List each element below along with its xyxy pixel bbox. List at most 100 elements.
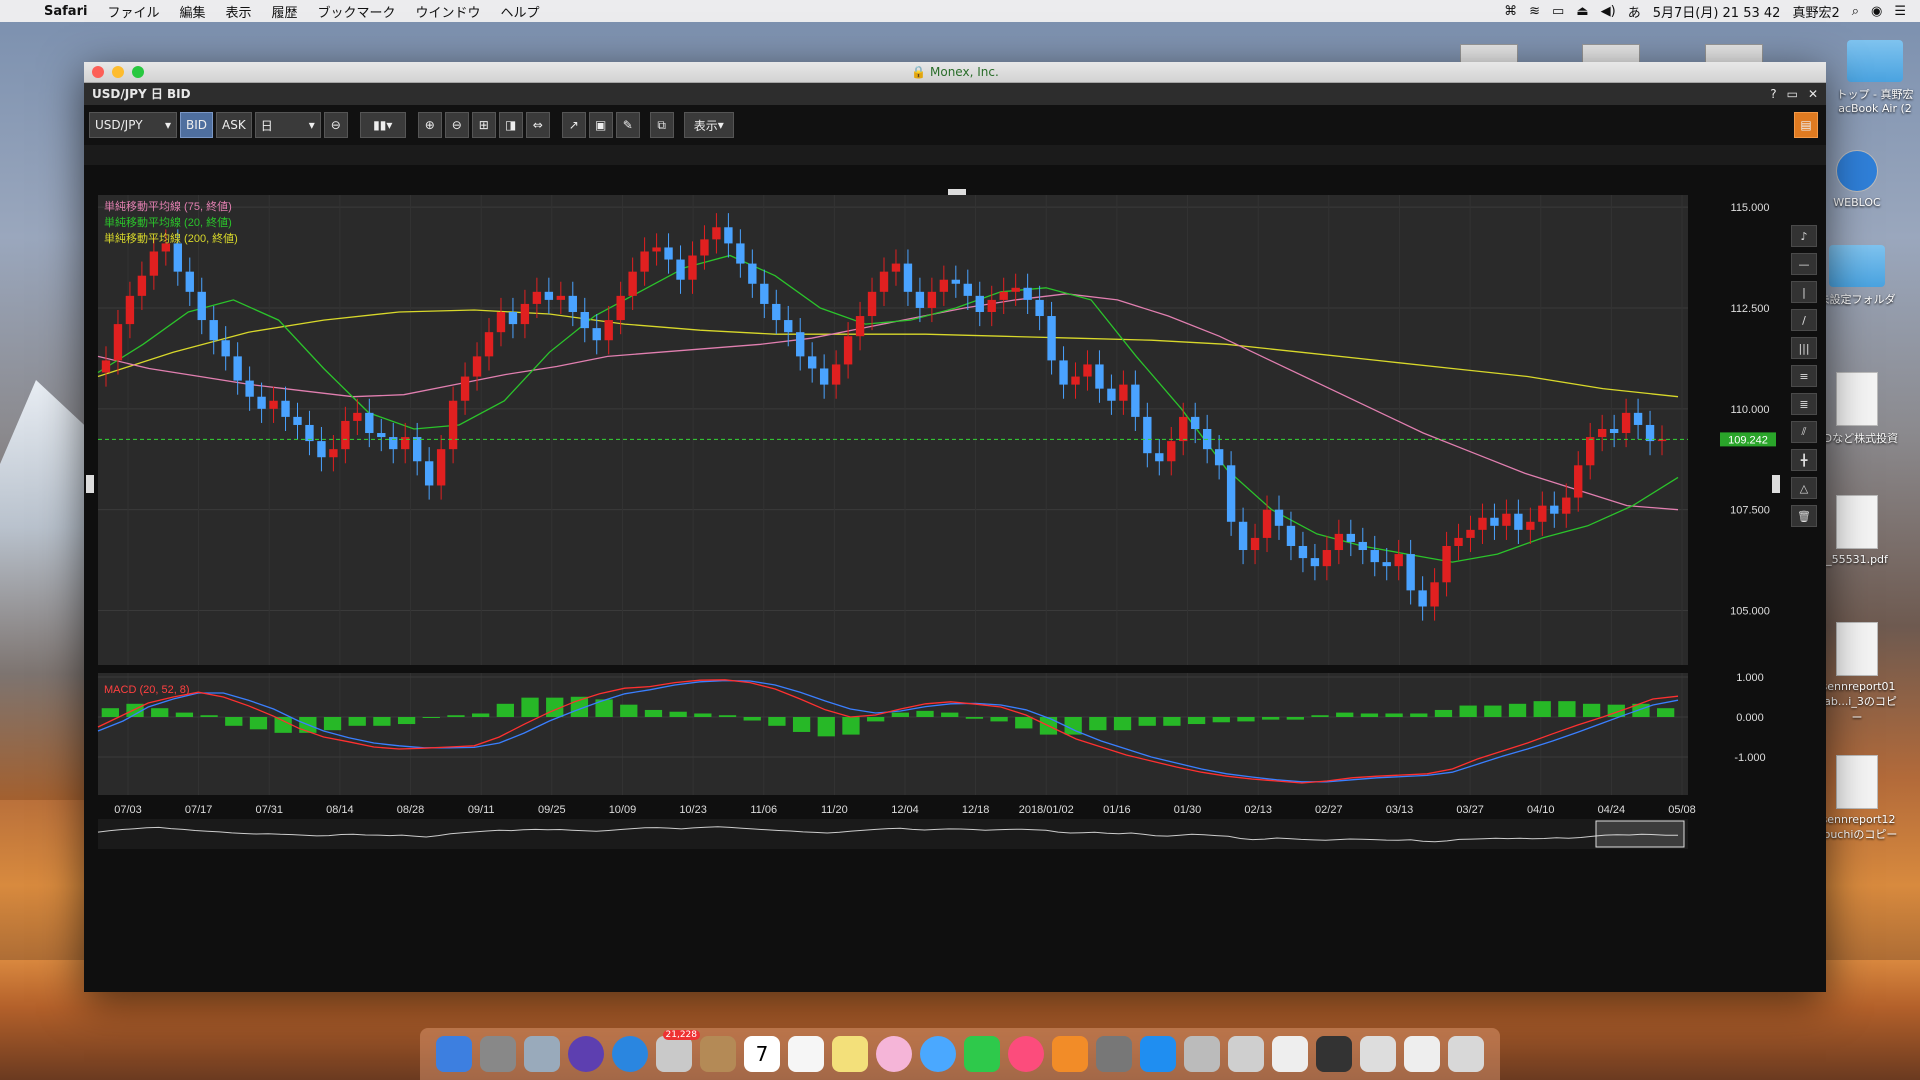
date-tick-label: 03/13 xyxy=(1386,804,1414,816)
bid-toggle[interactable]: BID xyxy=(180,112,214,138)
panel-icon[interactable]: ◨ xyxy=(498,112,523,138)
left-pane-toggle[interactable] xyxy=(86,475,94,493)
photos-icon[interactable] xyxy=(876,1036,912,1072)
app-menu[interactable]: Safari xyxy=(34,4,97,19)
window-thumbnail-icon[interactable] xyxy=(1360,1036,1396,1072)
mail-icon[interactable]: 21,228 xyxy=(656,1030,700,1072)
candle-body xyxy=(604,320,613,341)
grid-icon[interactable]: ⊞ xyxy=(471,112,496,138)
safari-icon[interactable] xyxy=(612,1036,648,1072)
chart-area[interactable]: 115.000 112.500 110.000 107.500 105.000 109.… xyxy=(84,165,1826,992)
price-chart[interactable]: 115.000 112.500 110.000 107.500 105.000 109.… xyxy=(84,165,1826,992)
calendar-icon[interactable]: 7 xyxy=(744,1036,780,1072)
histogram-bar xyxy=(249,717,268,730)
menu-history[interactable]: 履歴 xyxy=(261,2,307,21)
date-tick-label: 07/17 xyxy=(185,804,213,816)
channel-icon[interactable]: ||| xyxy=(1791,337,1817,359)
right-pane-toggle[interactable] xyxy=(1772,475,1780,493)
app-store-icon[interactable] xyxy=(1140,1036,1176,1072)
window-thumbnail-icon[interactable] xyxy=(1404,1036,1440,1072)
preview-icon[interactable] xyxy=(1228,1036,1264,1072)
terminal-window-icon[interactable] xyxy=(1316,1036,1352,1072)
bluetooth-icon[interactable]: ⌘ xyxy=(1504,4,1517,19)
input-source-icon[interactable]: あ xyxy=(1628,2,1641,21)
image-icon[interactable]: ▣ xyxy=(588,112,613,138)
alert-bell-icon[interactable]: ♪ xyxy=(1791,225,1817,247)
menu-help[interactable]: ヘルプ xyxy=(491,2,550,21)
zoom-in-icon[interactable]: ⊕ xyxy=(417,112,442,138)
restore-icon[interactable]: ▭ xyxy=(1787,83,1798,105)
menu-edit[interactable]: 編集 xyxy=(169,2,215,21)
candle-body xyxy=(173,243,182,272)
notes-icon[interactable] xyxy=(700,1036,736,1072)
menubar-clock[interactable]: 5月7日(月) 21 53 42 xyxy=(1653,2,1781,21)
reminders-icon[interactable] xyxy=(788,1036,824,1072)
date-tick-label: 09/25 xyxy=(538,804,566,816)
popout-icon[interactable]: ⧉ xyxy=(649,112,674,138)
ask-toggle[interactable]: ASK xyxy=(216,112,252,138)
chart-settings-icon[interactable]: ▤ xyxy=(1794,112,1818,138)
siri-icon[interactable] xyxy=(568,1036,604,1072)
documents-stack-icon[interactable] xyxy=(1272,1036,1308,1072)
chart-type-select[interactable]: ▮▮ ▾ xyxy=(359,112,406,138)
candle-body xyxy=(125,295,135,325)
edit-icon[interactable]: ✎ xyxy=(615,112,640,138)
menu-file[interactable]: ファイル xyxy=(97,2,169,21)
spotlight-icon[interactable]: ⌕ xyxy=(1852,4,1859,19)
volume-icon[interactable]: ◀) xyxy=(1601,4,1616,19)
folder-icon xyxy=(1847,40,1903,82)
symbol-select[interactable]: USD/JPY ▾ xyxy=(89,112,177,138)
display-menu-button[interactable]: 表示 ▾ xyxy=(683,112,734,138)
fibonacci-alt-icon[interactable]: ≣ xyxy=(1791,393,1817,415)
wifi-icon[interactable]: ≋ xyxy=(1529,4,1540,19)
candle-body xyxy=(1358,541,1367,551)
minimize-window-button[interactable] xyxy=(112,66,124,78)
notification-center-icon[interactable]: ☰ xyxy=(1894,4,1906,19)
menu-window[interactable]: ウインドウ xyxy=(406,2,491,21)
menu-view[interactable]: 表示 xyxy=(215,2,261,21)
eject-icon[interactable]: ⏏ xyxy=(1576,4,1588,19)
zoom-out-icon[interactable]: ⊖ xyxy=(444,112,469,138)
trend-line-icon[interactable]: / xyxy=(1791,309,1817,331)
zoom-window-button[interactable] xyxy=(132,66,144,78)
navigator-bar[interactable] xyxy=(98,819,1688,849)
horizontal-line-icon[interactable]: — xyxy=(1791,253,1817,275)
window-titlebar[interactable]: 🔒 Monex, Inc. xyxy=(84,62,1826,83)
period-select[interactable]: 日 ▾ xyxy=(254,112,321,138)
siri-icon[interactable]: ◉ xyxy=(1871,4,1882,19)
fibonacci-icon[interactable]: ≡ xyxy=(1791,365,1817,387)
trash-icon[interactable]: 🗑 xyxy=(1791,505,1817,527)
pitchfork-icon[interactable]: ⫽ xyxy=(1791,421,1817,443)
facetime-icon[interactable] xyxy=(964,1036,1000,1072)
candle-body xyxy=(1526,521,1535,530)
navigator-window-handle[interactable] xyxy=(1595,820,1685,848)
launchpad-icon[interactable] xyxy=(480,1036,516,1072)
close-icon[interactable]: ✕ xyxy=(1808,83,1818,105)
trash-icon[interactable] xyxy=(1448,1036,1484,1072)
vertical-line-icon[interactable]: | xyxy=(1791,281,1817,303)
export-icon[interactable]: ↗ xyxy=(561,112,586,138)
candle-body xyxy=(1083,364,1092,377)
ibooks-icon[interactable] xyxy=(1052,1036,1088,1072)
close-window-button[interactable] xyxy=(92,66,104,78)
fit-width-icon[interactable]: ⇔ xyxy=(525,112,550,138)
messages-icon[interactable] xyxy=(920,1036,956,1072)
top-pane-toggle[interactable] xyxy=(948,189,966,195)
desktop-partial-label: トップ - 真野宏 xyxy=(1836,88,1914,101)
itunes-icon[interactable] xyxy=(1008,1036,1044,1072)
stickies-icon[interactable] xyxy=(832,1036,868,1072)
link-icon[interactable]: ⊖ xyxy=(323,112,348,138)
histogram-bar xyxy=(1113,717,1132,731)
crosshair-icon[interactable]: ╋ xyxy=(1791,449,1817,471)
menu-bookmarks[interactable]: ブックマーク xyxy=(308,2,406,21)
system-preferences-icon[interactable] xyxy=(1096,1036,1132,1072)
help-icon[interactable]: ? xyxy=(1770,83,1776,105)
maps-icon[interactable] xyxy=(524,1036,560,1072)
desktop-folder[interactable]: トップ - 真野宏 acBook Air (2 xyxy=(1830,40,1920,115)
mouse-settings-icon[interactable] xyxy=(1184,1036,1220,1072)
menubar-user[interactable]: 真野宏2 xyxy=(1792,2,1839,21)
airplay-icon[interactable]: ▭ xyxy=(1552,4,1564,19)
triangle-icon[interactable]: △ xyxy=(1791,477,1817,499)
finder-icon[interactable] xyxy=(436,1036,472,1072)
candle-body xyxy=(1609,428,1619,434)
